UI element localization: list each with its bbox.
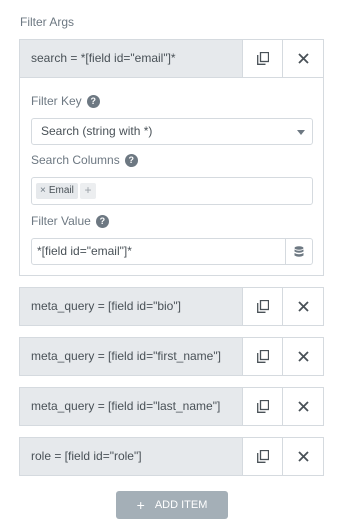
plus-icon: +: [136, 497, 145, 513]
duplicate-icon: [256, 400, 269, 413]
remove-button[interactable]: [282, 288, 323, 325]
help-icon[interactable]: ?: [124, 153, 138, 167]
add-item-button[interactable]: + ADD ITEM: [116, 491, 228, 519]
duplicate-icon: [256, 350, 269, 363]
duplicate-button[interactable]: [242, 288, 282, 325]
filter-key-label: Filter Key ?: [31, 94, 100, 108]
tag-remove-icon[interactable]: ×: [40, 185, 46, 196]
repeater-item-title[interactable]: search = *[field id="email"]*: [20, 40, 242, 77]
close-icon: [297, 351, 309, 362]
duplicate-button[interactable]: [242, 338, 282, 375]
duplicate-button[interactable]: [242, 388, 282, 425]
repeater-item-expanded: search = *[field id="email"]* Filter Key…: [19, 39, 324, 276]
duplicate-icon: [256, 450, 269, 463]
section-title: Filter Args: [20, 15, 75, 29]
filter-key-select[interactable]: Search (string with *): [31, 118, 313, 145]
close-icon: [297, 401, 309, 412]
help-icon[interactable]: ?: [86, 94, 100, 108]
duplicate-button[interactable]: [242, 40, 282, 77]
repeater-item[interactable]: meta_query = [field id="first_name"]: [19, 337, 324, 376]
repeater-item-title[interactable]: role = [field id="role"]: [20, 438, 242, 475]
repeater-item[interactable]: meta_query = [field id="bio"]: [19, 287, 324, 326]
filter-value-label: Filter Value ?: [31, 214, 109, 228]
search-columns-label: Search Columns ?: [31, 153, 138, 167]
remove-button[interactable]: [282, 40, 323, 77]
dynamic-tags-button[interactable]: [285, 239, 312, 264]
remove-button[interactable]: [282, 438, 323, 475]
close-icon: [297, 53, 309, 64]
close-icon: [297, 301, 309, 312]
repeater-item-header[interactable]: search = *[field id="email"]*: [20, 40, 323, 78]
search-columns-field[interactable]: × Email +: [31, 177, 313, 205]
tag-email: × Email: [36, 183, 78, 199]
repeater-item-title[interactable]: meta_query = [field id="last_name"]: [20, 388, 242, 425]
remove-button[interactable]: [282, 338, 323, 375]
filter-value-input[interactable]: *[field id="email"]*: [31, 238, 313, 265]
repeater-item-title[interactable]: meta_query = [field id="bio"]: [20, 288, 242, 325]
add-tag-icon[interactable]: +: [80, 183, 96, 199]
duplicate-icon: [256, 300, 269, 313]
caret-down-icon: [297, 130, 305, 135]
duplicate-icon: [256, 52, 269, 65]
close-icon: [297, 451, 309, 462]
add-item-label: ADD ITEM: [154, 499, 208, 511]
database-icon: [294, 245, 304, 257]
repeater-item[interactable]: meta_query = [field id="last_name"]: [19, 387, 324, 426]
duplicate-button[interactable]: [242, 438, 282, 475]
remove-button[interactable]: [282, 388, 323, 425]
repeater-item-title[interactable]: meta_query = [field id="first_name"]: [20, 338, 242, 375]
help-icon[interactable]: ?: [95, 214, 109, 228]
repeater-item[interactable]: role = [field id="role"]: [19, 437, 324, 476]
